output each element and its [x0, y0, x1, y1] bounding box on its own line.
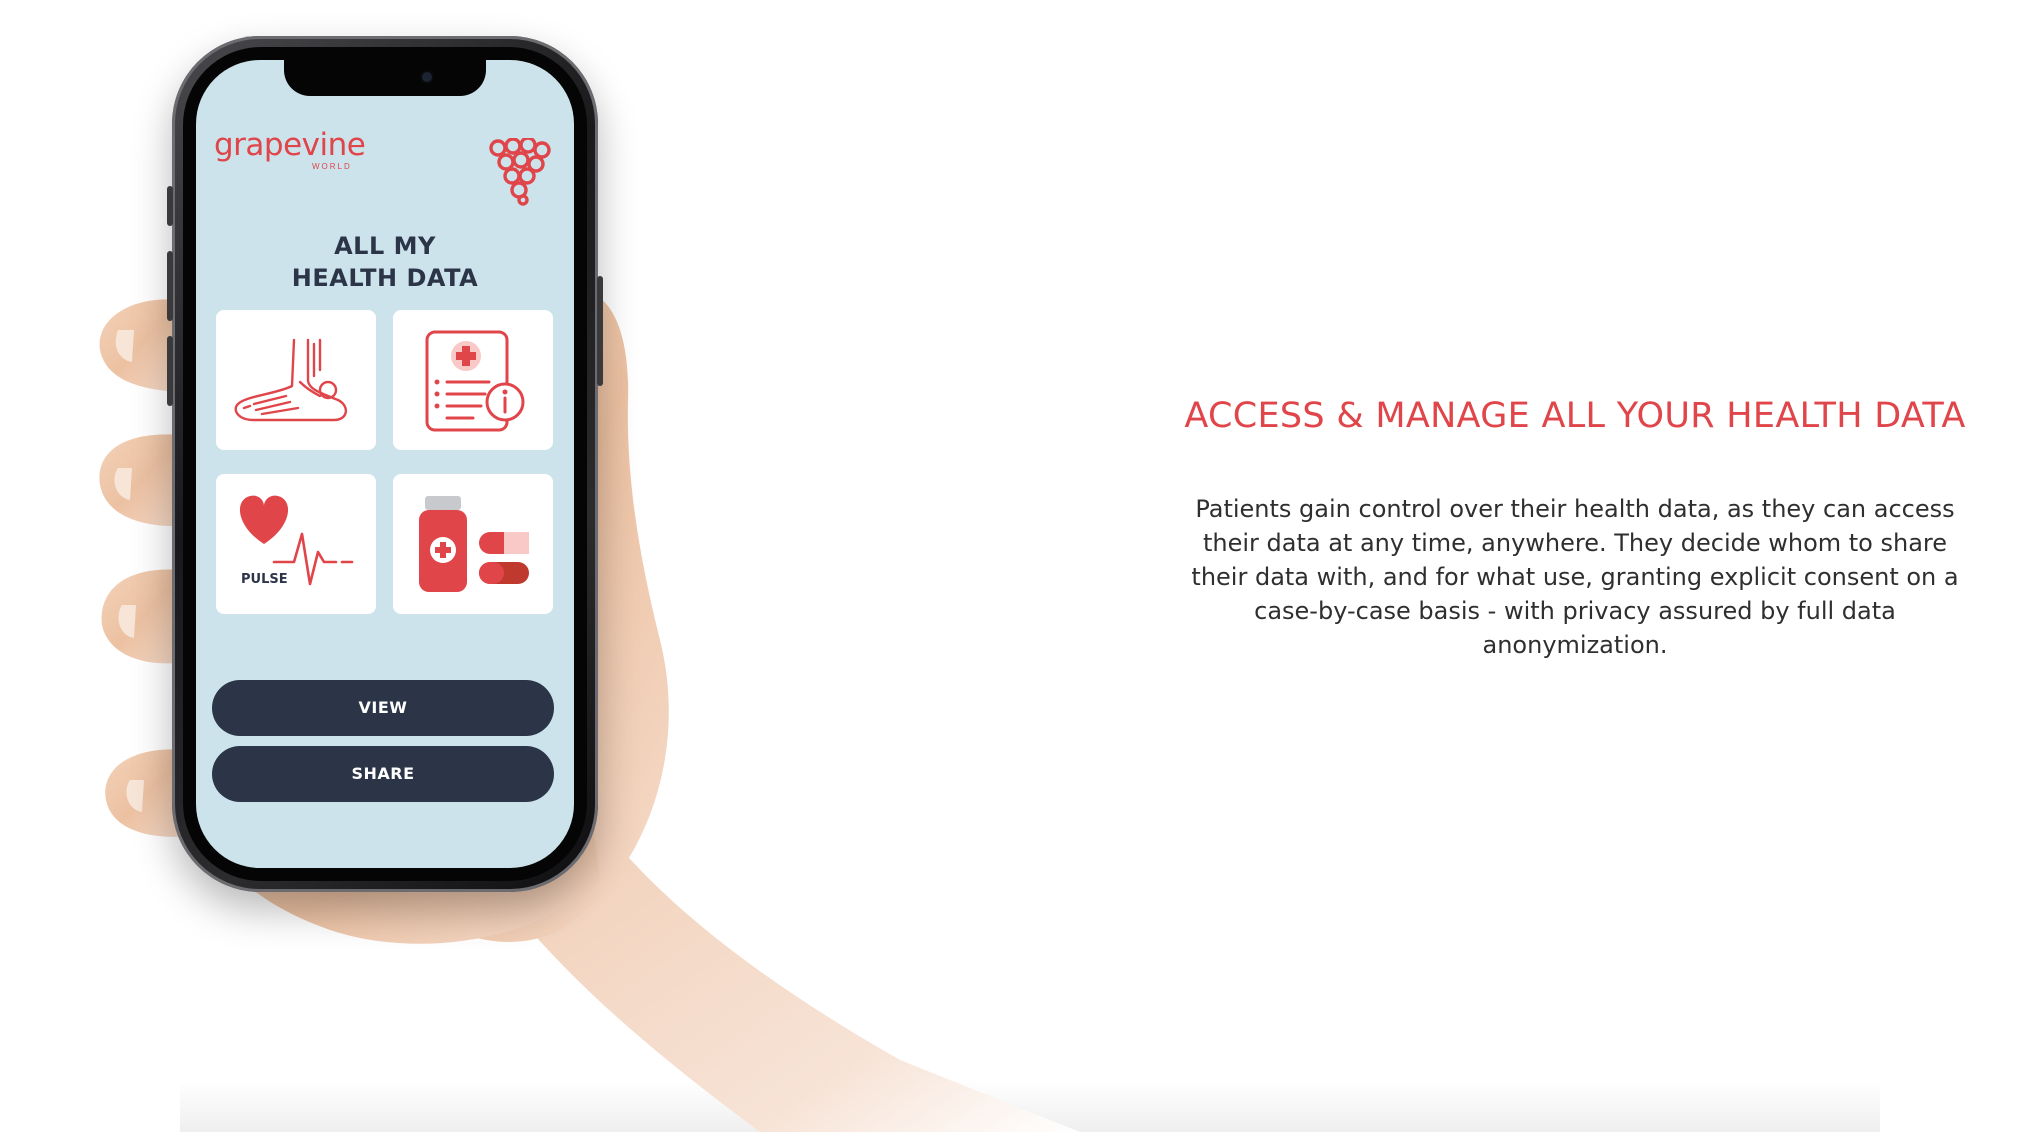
screen-title-line2: HEALTH DATA [291, 264, 479, 292]
mute-switch [167, 186, 173, 226]
medication-icon [419, 496, 529, 592]
brand-name: grapevine [214, 127, 366, 163]
grapevine-logo: grapevine WORLD [214, 127, 374, 172]
grape-cluster-icon [489, 138, 551, 206]
share-button[interactable]: SHARE [212, 746, 554, 802]
view-button[interactable]: VIEW [212, 680, 554, 736]
phone-notch [284, 60, 486, 96]
screen-title-line1: ALL MY [334, 232, 436, 260]
tile-pulse[interactable]: PULSE [216, 474, 376, 614]
medical-report-icon [425, 330, 525, 432]
tile-medication[interactable] [393, 474, 553, 614]
side-button [597, 276, 603, 386]
phone-mockup: grapevine WORLD ALL MY HEALTH DATA PULSE… [167, 36, 603, 892]
hero-section: grapevine WORLD ALL MY HEALTH DATA PULSE… [0, 0, 2030, 1132]
volume-up-button [167, 251, 173, 321]
promo-headline: ACCESS & MANAGE ALL YOUR HEALTH DATA [1184, 396, 1966, 436]
brand-subtitle: WORLD [312, 162, 352, 171]
volume-down-button [167, 336, 173, 406]
front-camera [422, 72, 432, 82]
tile-medical-report[interactable] [393, 310, 553, 450]
foot-xray-icon [234, 338, 347, 422]
phone-screen: grapevine WORLD ALL MY HEALTH DATA PULSE… [196, 60, 574, 868]
heart-pulse-icon [239, 495, 354, 586]
tile-foot-xray[interactable] [216, 310, 376, 450]
promo-body: Patients gain control over their health … [1191, 495, 1959, 659]
screen-title: ALL MY HEALTH DATA [196, 230, 574, 294]
pulse-label: PULSE [241, 572, 288, 587]
